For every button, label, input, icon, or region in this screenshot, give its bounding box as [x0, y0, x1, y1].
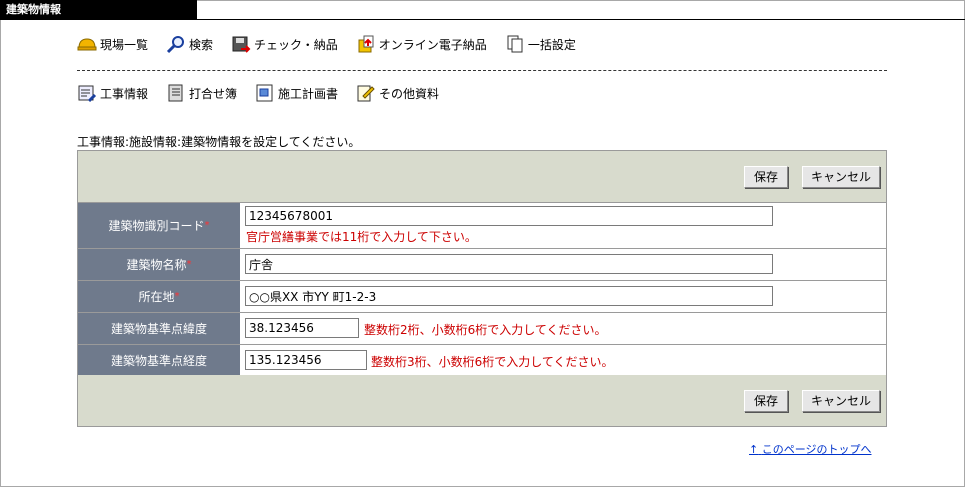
notebook-icon — [168, 84, 183, 102]
hard-hat-icon — [77, 38, 97, 51]
menu-search[interactable]: 検索 — [166, 34, 213, 54]
latitude-note: 整数桁2桁、小数桁6桁で入力してください。 — [364, 323, 607, 337]
menu-meeting-records-label: 打合せ簿 — [189, 86, 238, 101]
edit-list-icon — [78, 85, 97, 103]
longitude-label: 建築物基準点経度 — [110, 353, 207, 368]
row-longitude: 建築物基準点経度 整数桁3桁、小数桁6桁で入力してください。 — [78, 344, 886, 375]
menu-check-delivery[interactable]: チェック・納品 — [231, 34, 338, 54]
address-label-cell: 所在地 * — [78, 281, 240, 312]
menu-search-label: 検索 — [189, 37, 214, 52]
longitude-note: 整数桁3桁、小数桁6桁で入力してください。 — [371, 355, 614, 369]
row-building-name: 建築物名称 * — [78, 248, 886, 280]
menu-construction-plan-label: 施工計画書 — [278, 86, 339, 101]
row-address: 所在地 * — [78, 280, 886, 312]
floppy-check-icon — [232, 36, 251, 53]
building-id-input[interactable] — [245, 206, 773, 226]
latitude-value-cell: 整数桁2桁、小数桁6桁で入力してください。 — [240, 313, 886, 344]
address-input[interactable] — [245, 286, 773, 306]
title-rule — [0, 19, 965, 20]
row-latitude: 建築物基準点緯度 整数桁2桁、小数桁6桁で入力してください。 — [78, 312, 886, 344]
required-mark: * — [204, 220, 210, 231]
menu-online-delivery-label: オンライン電子納品 — [378, 37, 487, 52]
instruction-text: 工事情報:施設情報:建築物情報を設定してください。 — [77, 135, 361, 149]
address-value-cell — [240, 281, 886, 312]
latitude-label: 建築物基準点緯度 — [110, 322, 207, 336]
bottom-action-bar: 保存 キャンセル — [78, 375, 886, 426]
required-mark: * — [186, 259, 192, 270]
main-menu: 現場一覧 検索 チェック・納品 オンライン電子納品 一括設定 — [77, 34, 594, 54]
address-label: 所在地 — [138, 290, 175, 304]
menu-meeting-records[interactable]: 打合せ簿 — [166, 83, 237, 103]
longitude-label-cell: 建築物基準点経度 — [78, 345, 240, 375]
building-id-value-cell: 官庁営繕事業では11桁で入力して下さい。 — [240, 203, 886, 248]
menu-online-delivery[interactable]: オンライン電子納品 — [356, 34, 487, 54]
menu-construction-info[interactable]: 工事情報 — [77, 83, 148, 103]
menu-other-documents-label: その他資料 — [379, 86, 440, 101]
save-button-bottom[interactable]: 保存 — [744, 390, 788, 412]
row-building-id: 建築物識別コード* 官庁営繕事業では11桁で入力して下さい。 — [78, 202, 886, 248]
menu-separator — [77, 70, 887, 71]
menu-construction-info-label: 工事情報 — [100, 86, 149, 101]
building-id-label: 建築物識別コード — [108, 219, 205, 233]
menu-bulk-settings[interactable]: 一括設定 — [505, 34, 576, 54]
latitude-label-cell: 建築物基準点緯度 — [78, 313, 240, 344]
building-info-form: 保存 キャンセル 建築物識別コード* 官庁営繕事業では11桁で入力して下さい。 … — [77, 150, 887, 427]
longitude-input[interactable] — [245, 350, 367, 370]
page-top-link-label: このページのトップへ — [761, 443, 872, 456]
page-top-link[interactable]: ↑ このページのトップへ — [749, 441, 872, 457]
window-title: 建築物情報 — [0, 0, 197, 20]
building-name-input[interactable] — [245, 254, 773, 274]
top-action-bar: 保存 キャンセル — [78, 151, 886, 202]
menu-other-documents[interactable]: その他資料 — [356, 83, 439, 103]
longitude-value-cell: 整数桁3桁、小数桁6桁で入力してください。 — [240, 345, 886, 375]
pencil-doc-icon — [357, 85, 375, 102]
save-button-top[interactable]: 保存 — [744, 166, 788, 188]
menu-check-delivery-label: チェック・納品 — [254, 37, 338, 52]
required-mark: * — [174, 291, 180, 302]
online-delivery-icon — [358, 35, 374, 53]
menu-site-list[interactable]: 現場一覧 — [77, 34, 148, 54]
building-name-value-cell — [240, 249, 886, 280]
menu-bulk-settings-label: 一括設定 — [527, 37, 576, 52]
plan-document-icon — [256, 84, 273, 102]
building-id-label-cell: 建築物識別コード * — [78, 203, 240, 248]
building-name-label-cell: 建築物名称 * — [78, 249, 240, 280]
building-id-note: 官庁営繕事業では11桁で入力して下さい。 — [246, 230, 477, 244]
cancel-button-top[interactable]: キャンセル — [802, 166, 880, 188]
latitude-input[interactable] — [245, 318, 359, 338]
copy-pages-icon — [507, 35, 523, 53]
menu-site-list-label: 現場一覧 — [100, 37, 149, 52]
building-name-label: 建築物名称 — [126, 258, 187, 272]
up-arrow-icon: ↑ — [749, 443, 759, 456]
sub-menu: 工事情報 打合せ簿 施工計画書 その他資料 — [77, 83, 457, 103]
menu-construction-plan[interactable]: 施工計画書 — [255, 83, 338, 103]
cancel-button-bottom[interactable]: キャンセル — [802, 390, 880, 412]
magnifier-icon — [166, 36, 185, 54]
